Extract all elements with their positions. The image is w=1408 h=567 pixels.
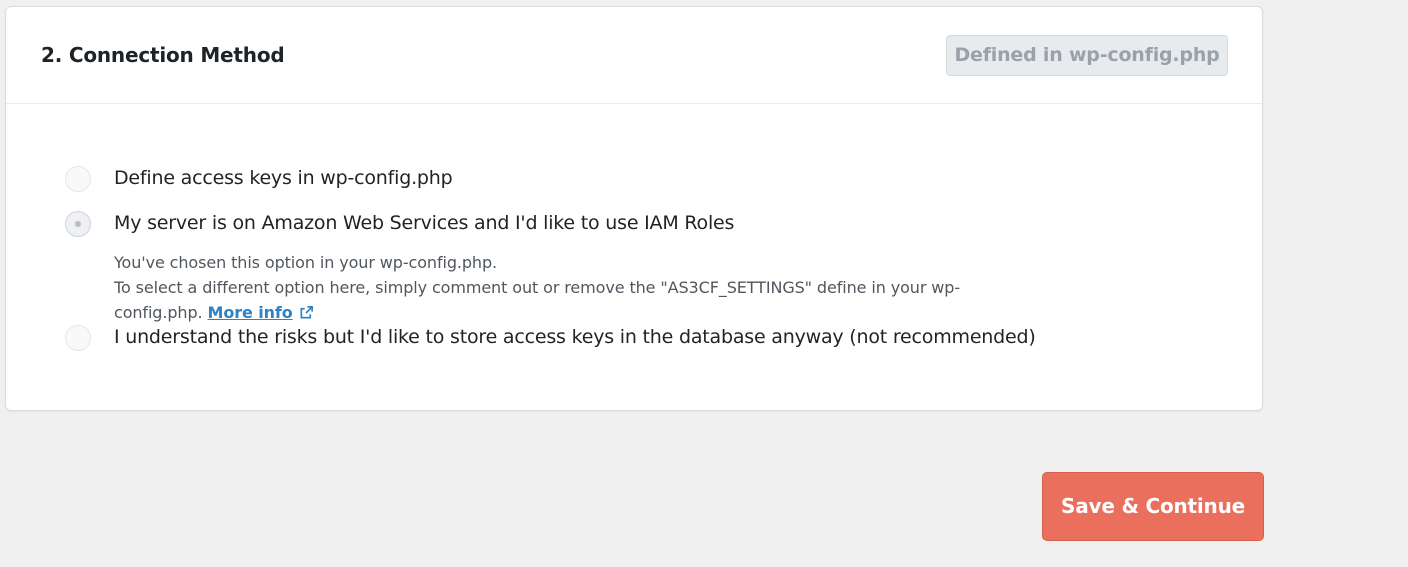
radio-store-keys-in-database[interactable] bbox=[65, 325, 91, 351]
panel-header: 2. Connection Method Defined in wp-confi… bbox=[6, 7, 1262, 104]
notice-line-1: You've chosen this option in your wp-con… bbox=[114, 253, 498, 272]
option-use-iam-roles[interactable]: My server is on Amazon Web Services and … bbox=[65, 210, 1165, 240]
option-label-store-in-database: I understand the risks but I'd like to s… bbox=[114, 326, 1036, 348]
panel-title: 2. Connection Method bbox=[41, 43, 285, 67]
option-define-keys-in-config[interactable]: Define access keys in wp-config.php bbox=[65, 165, 1165, 195]
radio-use-iam-roles[interactable] bbox=[65, 211, 91, 237]
defined-in-config-badge: Defined in wp-config.php bbox=[946, 35, 1228, 76]
notice-line-2: To select a different option here, simpl… bbox=[114, 278, 961, 297]
radio-define-keys-in-config[interactable] bbox=[65, 166, 91, 192]
config-defined-notice: You've chosen this option in your wp-con… bbox=[114, 250, 1054, 327]
more-info-link[interactable]: More info bbox=[208, 303, 293, 322]
connection-method-panel: 2. Connection Method Defined in wp-confi… bbox=[5, 6, 1263, 411]
notice-line-3-text: config.php. bbox=[114, 303, 203, 322]
option-label-iam-roles: My server is on Amazon Web Services and … bbox=[114, 212, 735, 234]
radio-selected-dot bbox=[75, 221, 81, 227]
save-continue-button[interactable]: Save & Continue bbox=[1042, 472, 1264, 541]
option-store-keys-in-database[interactable]: I understand the risks but I'd like to s… bbox=[65, 324, 1165, 354]
option-label-define-keys: Define access keys in wp-config.php bbox=[114, 167, 453, 189]
notice-line-3: config.php. More info bbox=[114, 300, 1054, 327]
